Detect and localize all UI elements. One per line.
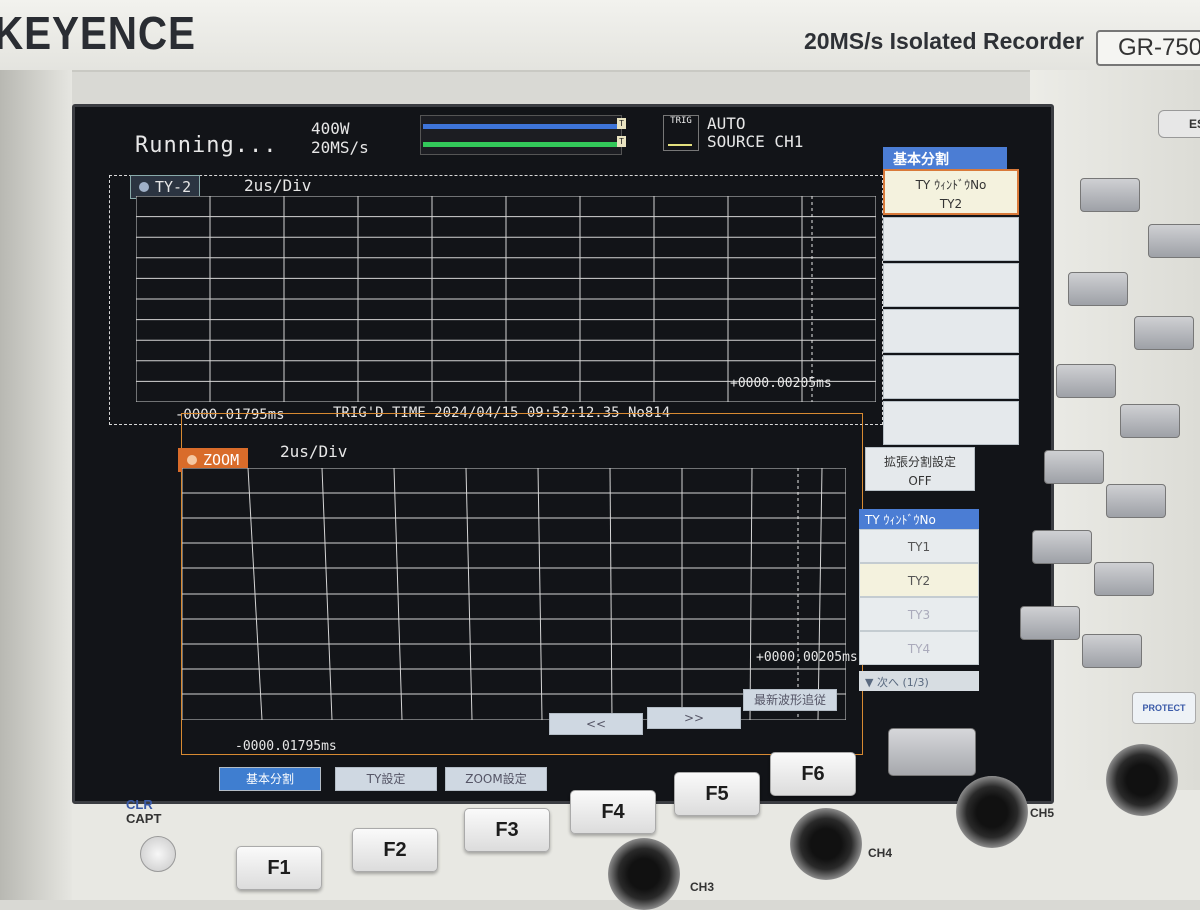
f3-key[interactable]: F3 (464, 808, 550, 852)
side-key-4[interactable] (1134, 316, 1194, 350)
brand-logo: KEYENCE (0, 7, 196, 59)
zoom-left-time-label: -0000.01795ms (235, 739, 337, 754)
power-value: 400W (311, 119, 350, 138)
side-key-9[interactable] (1032, 530, 1092, 564)
softkey-f4-prev[interactable]: << (549, 713, 643, 735)
side-key-7[interactable] (1044, 450, 1104, 484)
bnc-connector-ch3-icon (608, 838, 680, 910)
sub-menu-title: TY ｳｨﾝﾄﾞｳNo (859, 509, 979, 529)
trigger-slope-icon: TRIG (663, 115, 699, 151)
sub-menu-next[interactable]: ▼ 次へ (1/3) (859, 671, 979, 691)
protect-key[interactable]: PROTECT (1132, 692, 1196, 724)
esc-key[interactable]: ES (1158, 110, 1200, 138)
time-div-label: 2us/Div (280, 442, 348, 461)
f5-key[interactable]: F5 (674, 772, 760, 816)
zoom-right-time-label: +0000.00205ms (756, 650, 858, 665)
left-rail (0, 70, 72, 900)
ch4-label: CH4 (868, 846, 893, 860)
sub-item-ty3[interactable]: TY3 (859, 597, 979, 631)
trigger-ramp-icon (668, 132, 692, 146)
channel-led-icon (187, 455, 197, 465)
side-menu-empty-5[interactable] (883, 401, 1019, 445)
f2-key[interactable]: F2 (352, 828, 438, 872)
capture-button[interactable] (140, 836, 176, 872)
softkey-f3-zoom-setting[interactable]: ZOOM設定 (445, 767, 547, 791)
position-bar-green (423, 142, 619, 147)
f1-key[interactable]: F1 (236, 846, 322, 890)
waveform-pane-ty2[interactable]: TY-2 2us/Div +0000.00205ms (109, 175, 883, 425)
display-screen: Running... 400W 20MS/s T T TRIG AUTO SOU… (72, 104, 1054, 804)
run-status: Running... (135, 133, 278, 158)
side-key-10[interactable] (1094, 562, 1154, 596)
ch3-label: CH3 (690, 880, 715, 894)
clr-label: CLR (126, 797, 153, 812)
device-top-bezel: KEYENCE 20MS/s Isolated Recorder GR-750 (0, 0, 1200, 72)
side-menu-empty-4[interactable] (883, 355, 1019, 399)
sub-item-ty2[interactable]: TY2 (859, 563, 979, 597)
side-key-3[interactable] (1068, 272, 1128, 306)
softkey-f6-follow-latest[interactable]: 最新波形追従 (743, 689, 837, 711)
side-menu-window-label: TY ｳｨﾝﾄﾞｳNo (915, 178, 987, 192)
pane-name: ZOOM (203, 451, 240, 469)
side-key-12[interactable] (1082, 634, 1142, 668)
bnc-connector-ch6-icon (1106, 744, 1178, 816)
clr-capt-label: CLR CAPT (126, 798, 161, 826)
side-key-5[interactable] (1056, 364, 1116, 398)
side-menu-title: 基本分割 (883, 147, 1007, 169)
sample-rate: 20MS/s (311, 138, 369, 157)
bnc-connector-ch5-icon (956, 776, 1028, 848)
right-time-label: +0000.00205ms (730, 376, 832, 391)
softkey-f1-basic-split[interactable]: 基本分割 (219, 767, 321, 791)
ch5-label: CH5 (1030, 806, 1055, 820)
trig-icon-label: TRIG (670, 116, 692, 126)
sub-item-ty1[interactable]: TY1 (859, 529, 979, 563)
softkey-f2-ty-setting[interactable]: TY設定 (335, 767, 437, 791)
side-menu-window-value: TY2 (939, 197, 963, 211)
side-key-11[interactable] (1020, 606, 1080, 640)
waveform-grid (136, 196, 876, 402)
model-description: 20MS/s Isolated Recorder (804, 28, 1084, 54)
position-bar-blue (423, 124, 619, 129)
position-bars: T T (420, 115, 626, 155)
ext-split-value: OFF (908, 474, 932, 488)
side-menu-empty-1[interactable] (883, 217, 1019, 261)
sub-item-ty4[interactable]: TY4 (859, 631, 979, 665)
model-number: GR-750 (1096, 30, 1200, 66)
capt-label: CAPT (126, 811, 162, 826)
side-menu-empty-2[interactable] (883, 263, 1019, 307)
side-menu-empty-3[interactable] (883, 309, 1019, 353)
channel-led-icon (139, 182, 149, 192)
trigger-source: SOURCE CH1 (707, 132, 804, 151)
f4-key[interactable]: F4 (570, 790, 656, 834)
side-key-8[interactable] (1106, 484, 1166, 518)
trigger-mode: AUTO (707, 114, 746, 133)
side-key-6[interactable] (1120, 404, 1180, 438)
zoom-waveform-grid (182, 468, 846, 720)
side-key-1[interactable] (1080, 178, 1140, 212)
pane-name: TY-2 (155, 178, 192, 196)
softkey-f5-next[interactable]: >> (647, 707, 741, 729)
time-div-label: 2us/Div (244, 176, 312, 195)
large-grey-key[interactable] (888, 728, 976, 776)
trigger-info: AUTO SOURCE CH1 (707, 115, 803, 151)
side-key-2[interactable] (1148, 224, 1200, 258)
side-menu-window-no[interactable]: TY ｳｨﾝﾄﾞｳNo TY2 (883, 169, 1019, 215)
f6-key[interactable]: F6 (770, 752, 856, 796)
bnc-connector-ch4-icon (790, 808, 862, 880)
trigger-marker-icon: T (617, 136, 626, 147)
side-menu-ext-split[interactable]: 拡張分割設定 OFF (865, 447, 975, 491)
trigger-marker-icon: T (617, 118, 626, 129)
ext-split-label: 拡張分割設定 (883, 455, 956, 469)
power-rate-readout: 400W 20MS/s (311, 119, 369, 157)
